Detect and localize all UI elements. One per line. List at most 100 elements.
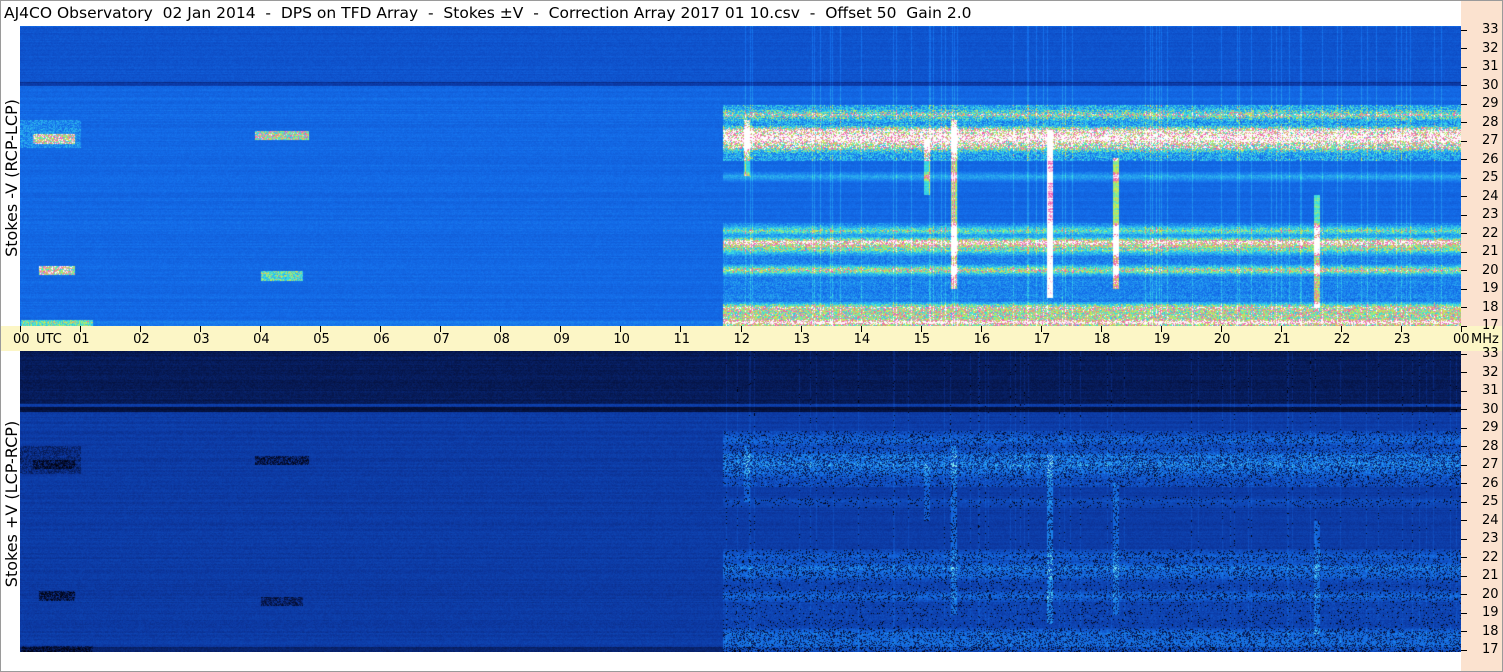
frequency-tick-mark xyxy=(1461,372,1467,373)
frequency-tick-mark xyxy=(1461,353,1467,355)
frequency-tick-mark xyxy=(1461,501,1467,503)
frequency-tick-mark xyxy=(1461,631,1467,632)
frequency-tick-label: 21 xyxy=(1482,244,1499,259)
lower-spectrogram-canvas xyxy=(20,351,1461,652)
time-tick-label: 10 xyxy=(613,332,630,347)
lower-frequency-axis: 17 18 19 20 21 22 23 24 25 26 27 28 29 30 31 32 33 xyxy=(1461,347,1503,672)
frequency-tick-label: 23 xyxy=(1482,531,1499,546)
frequency-tick-label: 30 xyxy=(1482,77,1499,93)
frequency-tick-mark xyxy=(1461,85,1467,86)
frequency-tick-mark xyxy=(1461,140,1467,142)
time-tick-label: 23 xyxy=(1393,332,1411,347)
time-tick-label: 06 xyxy=(373,332,390,347)
frequency-unit-label: MHz xyxy=(1471,332,1499,347)
time-tick-label: 13 xyxy=(793,332,811,347)
frequency-tick-label: 19 xyxy=(1482,605,1499,620)
time-tick-label: 05 xyxy=(313,332,330,347)
frequency-tick-label: 26 xyxy=(1482,475,1499,491)
frequency-tick-mark xyxy=(1461,177,1467,179)
frequency-tick-mark xyxy=(1461,612,1467,614)
frequency-tick-label: 20 xyxy=(1482,586,1499,602)
frequency-tick-mark xyxy=(1461,66,1467,68)
time-tick-label: 08 xyxy=(493,332,510,347)
frequency-tick-label: 32 xyxy=(1482,40,1499,56)
time-tick-label: 16 xyxy=(973,332,991,347)
frequency-tick-label: 32 xyxy=(1482,364,1499,380)
time-tick-label: 19 xyxy=(1153,332,1171,347)
frequency-tick-mark xyxy=(1461,159,1467,160)
frequency-tick-label: 33 xyxy=(1482,346,1499,361)
frequency-tick-label: 24 xyxy=(1482,188,1499,204)
time-tick-label: 17 xyxy=(1033,332,1051,347)
frequency-tick-mark xyxy=(1461,649,1467,651)
frequency-tick-label: 28 xyxy=(1482,114,1499,130)
frequency-tick-label: 21 xyxy=(1482,568,1499,583)
frequency-tick-label: 27 xyxy=(1482,133,1499,148)
frequency-tick-label: 20 xyxy=(1482,262,1499,278)
time-tick-label-end: 00 xyxy=(1453,332,1470,347)
frequency-tick-label: 33 xyxy=(1482,22,1499,37)
time-tick-label: 09 xyxy=(553,332,570,347)
time-tick-label: 18 xyxy=(1093,332,1111,347)
frequency-tick-mark xyxy=(1461,48,1467,49)
upper-spectrogram-canvas xyxy=(20,26,1461,326)
frequency-tick-mark xyxy=(1461,557,1467,558)
frequency-tick-label: 31 xyxy=(1482,59,1499,74)
time-tick-label: 14 xyxy=(853,332,871,347)
frequency-tick-label: 17 xyxy=(1482,318,1499,333)
frequency-tick-label: 23 xyxy=(1482,207,1499,222)
frequency-tick-label: 28 xyxy=(1482,438,1499,454)
time-tick-label: 11 xyxy=(673,332,690,347)
time-tick-label: 20 xyxy=(1213,332,1231,347)
frequency-tick-label: 18 xyxy=(1482,299,1499,315)
lower-panel-ylabel: Stokes +V (LCP-RCP) xyxy=(2,420,21,588)
frequency-tick-mark xyxy=(1461,427,1467,429)
frequency-tick-mark xyxy=(1461,464,1467,466)
frequency-tick-mark xyxy=(1461,29,1467,31)
time-tick-label: 04 xyxy=(253,332,270,347)
frequency-tick-label: 26 xyxy=(1482,151,1499,167)
upper-frequency-axis: 17 18 19 20 21 22 23 24 25 26 27 28 29 30 31 32 33 xyxy=(1461,0,1503,332)
time-tick-mark xyxy=(20,326,21,332)
frequency-tick-label: 25 xyxy=(1482,170,1499,185)
time-tick-label: 01 xyxy=(73,332,90,347)
frequency-tick-label: 18 xyxy=(1482,623,1499,639)
time-tick-label: 03 xyxy=(193,332,210,347)
frequency-tick-mark xyxy=(1461,122,1467,123)
frequency-tick-mark xyxy=(1461,288,1467,290)
frequency-tick-mark xyxy=(1461,251,1467,253)
chart-title: AJ4CO Observatory 02 Jan 2014 - DPS on T… xyxy=(4,4,972,22)
frequency-tick-mark xyxy=(1461,103,1467,105)
frequency-tick-mark xyxy=(1461,594,1467,595)
frequency-tick-mark xyxy=(1461,390,1467,392)
frequency-tick-mark xyxy=(1461,214,1467,216)
frequency-tick-label: 22 xyxy=(1482,225,1499,241)
frequency-tick-label: 17 xyxy=(1482,642,1499,657)
frequency-tick-label: 29 xyxy=(1482,96,1499,111)
time-utc-label: UTC xyxy=(36,332,62,347)
frequency-tick-mark xyxy=(1461,233,1467,234)
frequency-tick-mark xyxy=(1461,307,1467,308)
frequency-tick-label: 19 xyxy=(1482,281,1499,296)
frequency-tick-mark xyxy=(1461,325,1467,327)
upper-panel-ylabel: Stokes -V (RCP-LCP) xyxy=(2,99,21,257)
frequency-tick-mark xyxy=(1461,520,1467,521)
lower-spectrogram xyxy=(20,351,1461,652)
time-tick-label: 12 xyxy=(733,332,751,347)
frequency-tick-mark xyxy=(1461,196,1467,197)
frequency-tick-mark xyxy=(1461,538,1467,540)
frequency-tick-label: 30 xyxy=(1482,401,1499,417)
time-tick-label: 07 xyxy=(433,332,450,347)
upper-spectrogram xyxy=(20,26,1461,326)
frequency-tick-label: 25 xyxy=(1482,494,1499,509)
time-tick-label: 21 xyxy=(1273,332,1291,347)
frequency-tick-mark xyxy=(1461,483,1467,484)
frequency-tick-label: 29 xyxy=(1482,420,1499,435)
frequency-tick-mark xyxy=(1461,446,1467,447)
frequency-tick-mark xyxy=(1461,270,1467,271)
time-axis: 00 UTC 01 02 03 04 05 06 07 08 09 10 11 12 13 14 15 16 17 1… xyxy=(0,326,1503,351)
frequency-tick-label: 31 xyxy=(1482,383,1499,398)
time-tick-label: 15 xyxy=(913,332,931,347)
frequency-tick-label: 22 xyxy=(1482,549,1499,565)
frequency-tick-mark xyxy=(1461,575,1467,577)
